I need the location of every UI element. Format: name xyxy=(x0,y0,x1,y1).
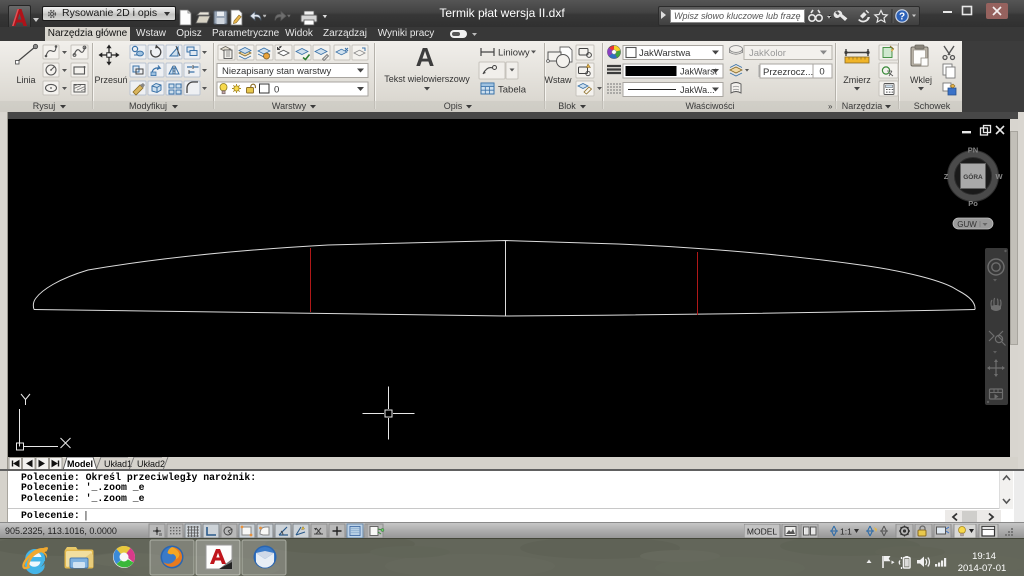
svg-text:Model: Model xyxy=(67,459,93,469)
svg-text:Schowek: Schowek xyxy=(914,101,951,111)
svg-text:Rysuj: Rysuj xyxy=(33,101,56,111)
svg-text:0: 0 xyxy=(274,85,279,96)
svg-text:JakWarstwa: JakWarstwa xyxy=(639,48,691,59)
svg-text:MODEL: MODEL xyxy=(747,527,778,537)
svg-text:Przezrocz...: Przezrocz... xyxy=(763,67,813,78)
svg-text:A: A xyxy=(416,42,435,72)
svg-text:GUW: GUW xyxy=(957,220,977,229)
svg-text:Zmierz: Zmierz xyxy=(843,75,871,85)
svg-text:Blok: Blok xyxy=(558,101,576,111)
svg-text:JakWarst: JakWarst xyxy=(680,67,718,77)
svg-text:Opis: Opis xyxy=(444,101,463,111)
svg-text:Wstaw: Wstaw xyxy=(545,75,573,85)
svg-text:Po: Po xyxy=(968,199,978,208)
svg-text:19:14: 19:14 xyxy=(972,551,996,562)
svg-text:?: ? xyxy=(899,12,905,23)
svg-text:Tabela: Tabela xyxy=(498,85,527,96)
svg-text:Układ2: Układ2 xyxy=(137,459,165,469)
svg-text:Narzędzia: Narzędzia xyxy=(842,101,883,111)
svg-text:Linia: Linia xyxy=(16,75,35,85)
svg-text:Z: Z xyxy=(944,172,949,181)
svg-text:Właściwości: Właściwości xyxy=(685,101,734,111)
svg-text:»: » xyxy=(828,102,833,111)
svg-text:1:1: 1:1 xyxy=(840,527,852,537)
svg-text:GÓRA: GÓRA xyxy=(963,172,983,181)
svg-text:PN: PN xyxy=(968,146,978,155)
svg-text:Przesuń: Przesuń xyxy=(94,75,127,85)
svg-text:Niezapisany stan warstwy: Niezapisany stan warstwy xyxy=(222,66,332,77)
svg-text:Modyfikuj: Modyfikuj xyxy=(129,101,167,111)
svg-text:Wklej: Wklej xyxy=(910,75,932,85)
svg-text:Układ1: Układ1 xyxy=(104,459,132,469)
svg-text:Warstwy: Warstwy xyxy=(272,101,307,111)
svg-text:Liniowy: Liniowy xyxy=(498,48,530,59)
svg-text:W: W xyxy=(995,172,1003,181)
svg-text:JakWa...: JakWa... xyxy=(680,85,715,95)
svg-text:JakKolor: JakKolor xyxy=(749,48,786,59)
svg-text:Tekst wielowierszowy: Tekst wielowierszowy xyxy=(384,74,470,84)
svg-text:2014-07-01: 2014-07-01 xyxy=(958,563,1007,574)
svg-text:0: 0 xyxy=(819,67,824,78)
